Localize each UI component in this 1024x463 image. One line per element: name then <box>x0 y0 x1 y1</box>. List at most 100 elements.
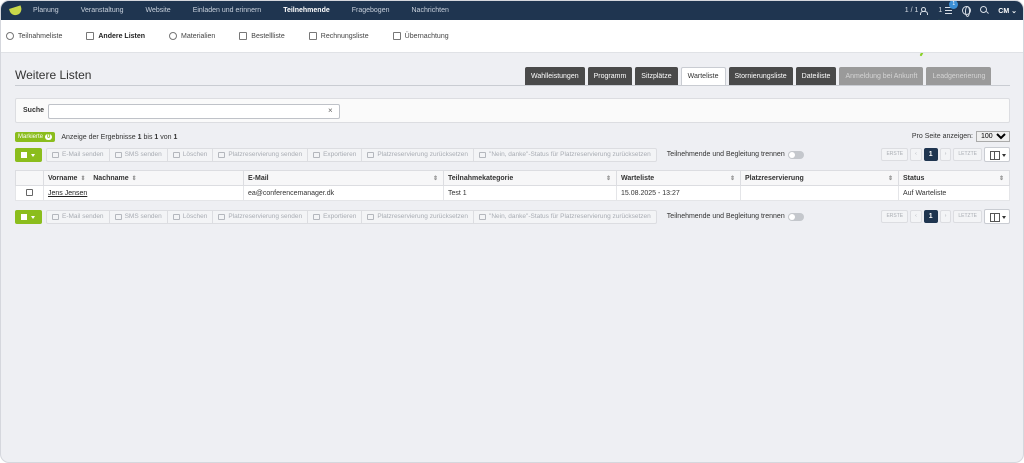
reset-reservation-button[interactable]: Platzreservierung zurücksetzen <box>362 148 475 161</box>
page-next-button[interactable]: › <box>939 210 952 223</box>
users-icon <box>920 6 929 15</box>
export-button[interactable]: Exportieren <box>308 148 363 161</box>
per-page-label: Pro Seite anzeigen: <box>911 133 973 140</box>
subnav-rechnungsliste[interactable]: Rechnungsliste <box>308 32 369 40</box>
tab-dateiliste[interactable]: Dateiliste <box>795 67 837 86</box>
nav-website[interactable]: Website <box>146 7 171 14</box>
nav-veranstaltung[interactable]: Veranstaltung <box>81 7 124 14</box>
header-label: Warteliste <box>621 174 655 182</box>
reset-no-thanks-button[interactable]: "Nein, danke"-Status für Platzreservieru… <box>474 149 656 161</box>
waitlist-icon: 1 <box>944 1 959 15</box>
action-label: Platzreservierung zurücksetzen <box>377 150 469 158</box>
sms-button[interactable]: SMS senden <box>110 210 168 223</box>
subnav-label: Übernachtung <box>404 32 449 40</box>
page-prev-button[interactable]: ‹ <box>910 210 922 223</box>
close-icon[interactable]: × <box>328 106 333 115</box>
columns-menu-button[interactable] <box>984 147 1010 162</box>
subnav-bestellliste[interactable]: Bestellliste <box>239 32 285 40</box>
reset-icon <box>367 151 375 158</box>
send-reservation-button[interactable]: Platzreservierung senden <box>213 210 309 223</box>
page-last-button[interactable]: LETZTE <box>953 148 982 161</box>
sort-icon: ⇕ <box>887 176 893 182</box>
waitlist-counter[interactable]: 1 1 <box>938 1 959 15</box>
tab-wahlleistungen[interactable]: Wahlleistungen <box>525 67 585 86</box>
chevron-down-icon: ⌄ <box>1011 7 1017 15</box>
sms-button[interactable]: SMS senden <box>110 148 168 161</box>
action-label: SMS senden <box>124 212 162 220</box>
logo-icon[interactable] <box>9 6 23 16</box>
search-input[interactable] <box>48 104 340 119</box>
page-current[interactable]: 1 <box>923 148 938 161</box>
page-first-button[interactable]: ERSTE <box>881 148 909 161</box>
row-select-cell <box>15 185 44 201</box>
message-icon <box>114 151 122 158</box>
top-navigation: Planung Veranstaltung Website Einladen u… <box>1 1 1023 20</box>
delete-button[interactable]: Löschen <box>168 148 214 161</box>
header-label: E-Mail <box>248 174 269 182</box>
delete-button[interactable]: Löschen <box>168 210 214 223</box>
markierte-badge[interactable]: Markierte 0 <box>15 132 56 142</box>
page-first-button[interactable]: ERSTE <box>881 210 909 223</box>
waitlist-badge: 1 <box>949 1 959 9</box>
send-reservation-button[interactable]: Platzreservierung senden <box>213 148 309 161</box>
toolbar-bottom: E-Mail senden SMS senden Löschen Platzre… <box>15 209 1010 224</box>
columns-menu-button[interactable] <box>984 209 1010 224</box>
header-kategorie[interactable]: Teilnahmekategorie ⇕ <box>443 170 617 186</box>
header-select <box>15 170 44 186</box>
subnav-label: Andere Listen <box>98 32 146 40</box>
header-status[interactable]: Status ⇕ <box>898 170 1010 186</box>
search-label: Suche <box>23 107 45 114</box>
tab-programm[interactable]: Programm <box>587 67 633 86</box>
header-nachname[interactable]: Nachname ⇕ <box>93 175 136 182</box>
separate-companions-control: Teilnehmende und Begleitung trennen <box>667 212 804 221</box>
markierte-count: 0 <box>45 134 53 140</box>
subnav-teilnahmeliste[interactable]: Teilnahmeliste <box>6 32 62 40</box>
select-all-dropdown[interactable] <box>15 209 42 224</box>
per-page-select[interactable]: 100 <box>976 131 1010 142</box>
action-label: Exportieren <box>323 150 357 158</box>
participant-link[interactable]: Jens Jensen <box>48 190 87 197</box>
tab-stornierungsliste[interactable]: Stornierungsliste <box>728 67 793 86</box>
search-icon[interactable] <box>980 6 989 15</box>
separate-companions-toggle[interactable] <box>787 212 804 221</box>
export-button[interactable]: Exportieren <box>308 210 363 223</box>
subnav-materialien[interactable]: Materialien <box>169 32 215 40</box>
cell-kategorie: Test 1 <box>443 185 617 201</box>
bulk-actions: E-Mail senden SMS senden Löschen Platzre… <box>46 209 657 224</box>
subnav-label: Bestellliste <box>251 32 285 40</box>
subnav-uebernachtung[interactable]: Übernachtung <box>392 32 449 40</box>
participant-counter[interactable]: 1 / 1 <box>905 6 930 15</box>
reset-no-thanks-button[interactable]: "Nein, danke"-Status für Platzreservieru… <box>474 211 656 223</box>
header-warteliste[interactable]: Warteliste ⇕ <box>616 170 741 186</box>
email-button[interactable]: E-Mail senden <box>47 210 110 223</box>
bed-icon <box>392 32 401 40</box>
user-menu[interactable]: CM ⌄ <box>998 7 1017 15</box>
nav-fragebogen[interactable]: Fragebogen <box>352 7 390 14</box>
row-checkbox[interactable] <box>26 188 33 196</box>
tab-sitzplaetze[interactable]: Sitzplätze <box>635 67 678 86</box>
waitlist-table: Vorname ⇕ Nachname ⇕ E-Mail ⇕ Teilnahmekate… <box>15 170 1010 201</box>
page-last-button[interactable]: LETZTE <box>953 210 982 223</box>
cell-warteliste: 15.08.2025 - 13:27 <box>616 185 741 201</box>
nav-teilnehmende[interactable]: Teilnehmende <box>283 7 330 14</box>
envelope-icon <box>218 213 226 220</box>
results-info: Markierte 0 Anzeige der Ergebnisse 1 bis … <box>15 131 1010 143</box>
nav-planung[interactable]: Planung <box>33 7 59 14</box>
separate-companions-toggle[interactable] <box>787 150 804 159</box>
tab-warteliste[interactable]: Warteliste <box>680 67 726 86</box>
page-next-button[interactable]: › <box>939 148 952 161</box>
header-platzreservierung[interactable]: Platzreservierung ⇕ <box>740 170 899 186</box>
action-label: Exportieren <box>323 212 357 220</box>
subnav-andere-listen[interactable]: Andere Listen <box>86 32 145 40</box>
page-current[interactable]: 1 <box>923 210 938 223</box>
reset-reservation-button[interactable]: Platzreservierung zurücksetzen <box>362 210 475 223</box>
header-email[interactable]: E-Mail ⇕ <box>243 170 444 186</box>
header-vorname[interactable]: Vorname ⇕ <box>48 175 85 182</box>
globe-icon[interactable] <box>962 6 972 17</box>
nav-einladen[interactable]: Einladen und erinnern <box>193 7 262 14</box>
nav-nachrichten[interactable]: Nachrichten <box>412 7 449 14</box>
email-button[interactable]: E-Mail senden <box>47 148 110 161</box>
select-all-dropdown[interactable] <box>15 147 42 162</box>
trash-icon <box>172 151 180 158</box>
page-prev-button[interactable]: ‹ <box>910 148 922 161</box>
